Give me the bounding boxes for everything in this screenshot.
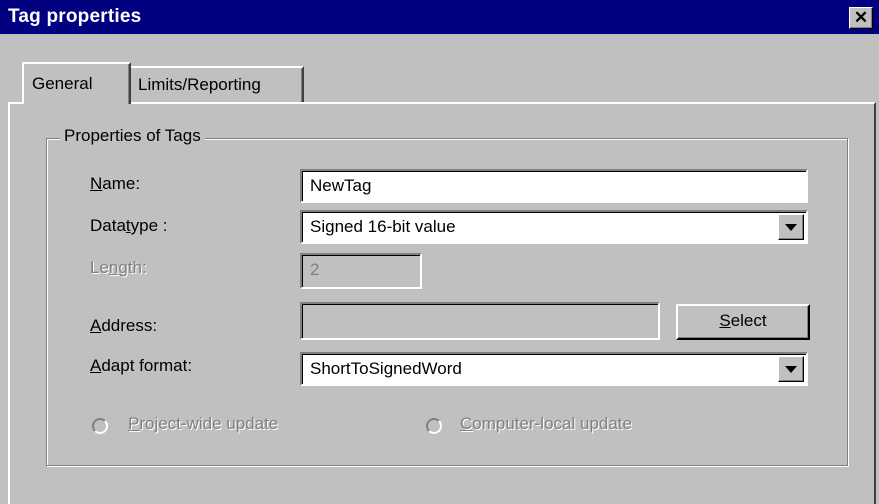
name-label: Name: <box>90 174 141 193</box>
tab-general-label: General <box>32 74 93 93</box>
datatype-dropdown-button[interactable] <box>778 214 804 240</box>
name-input[interactable]: NewTag <box>300 169 808 203</box>
adapt-format-dropdown-button[interactable] <box>778 356 804 382</box>
address-label: Address: <box>90 316 158 335</box>
datatype-value: Signed 16-bit value <box>310 217 456 236</box>
length-input: 2 <box>300 253 422 289</box>
datatype-label: Datatype : <box>90 216 168 235</box>
adapt-format-label: Adapt format: <box>90 356 193 375</box>
project-wide-update-label: Project-wide update <box>128 414 279 433</box>
computer-local-update-label: Computer-local update <box>460 414 632 433</box>
project-wide-update-radio[interactable] <box>92 418 108 434</box>
adapt-format-select[interactable]: ShortToSignedWord <box>300 352 808 386</box>
chevron-down-icon <box>785 366 797 373</box>
close-button[interactable]: ✕ <box>849 7 873 29</box>
adapt-format-value: ShortToSignedWord <box>310 359 462 378</box>
computer-local-update-radio[interactable] <box>426 418 442 434</box>
length-label: Length: <box>90 258 147 277</box>
select-button[interactable]: Select <box>676 304 810 340</box>
title-bar: Tag properties ✕ <box>0 0 879 34</box>
tab-limits-reporting[interactable]: Limits/Reporting <box>128 66 304 102</box>
window-title: Tag properties <box>8 6 142 27</box>
tab-limits-reporting-label: Limits/Reporting <box>138 75 261 94</box>
datatype-select[interactable]: Signed 16-bit value <box>300 210 808 244</box>
group-label: Properties of Tags <box>60 126 205 146</box>
tab-general[interactable]: General <box>22 62 131 104</box>
address-input <box>300 302 660 340</box>
chevron-down-icon <box>785 224 797 231</box>
close-icon: ✕ <box>853 8 869 27</box>
